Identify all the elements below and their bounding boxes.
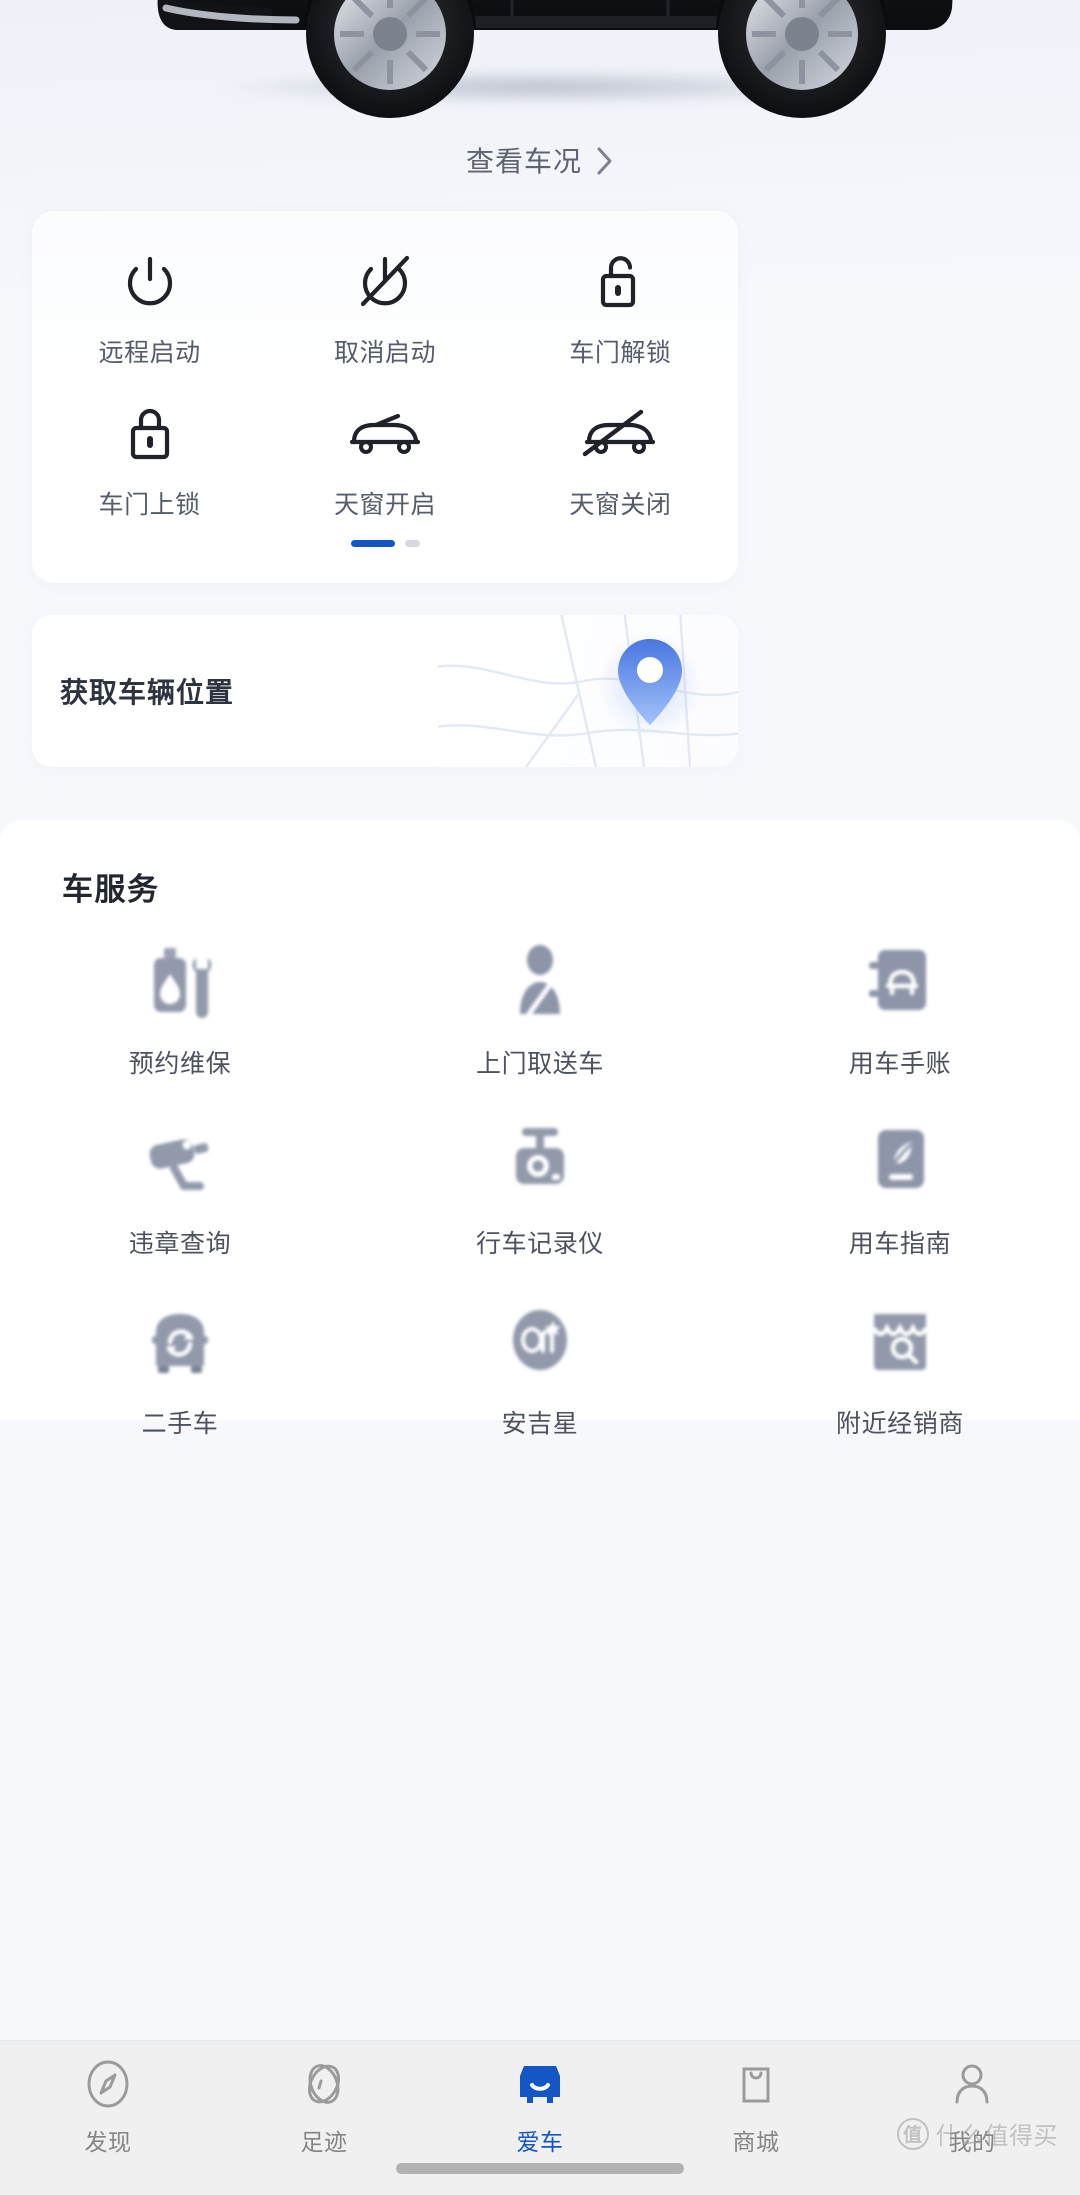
tab-label: 商城 — [732, 2129, 780, 2155]
service-onstar[interactable]: 安吉星 — [360, 1280, 720, 1460]
car-services-grid: 预约维保 上门取送车 用车手账 违章查询 行车记录仪 用车指南 二手车 安吉星 … — [0, 920, 1080, 1460]
remote-control-grid: 远程启动 取消启动 车门解锁 车门上锁 天窗开启 天窗关闭 — [32, 211, 738, 549]
control-label: 车门上锁 — [98, 491, 201, 519]
control-label: 天窗关闭 — [569, 491, 672, 519]
car-front-icon — [513, 2057, 567, 2111]
service-label: 用车手账 — [848, 1050, 952, 1078]
chevron-right-icon — [596, 146, 614, 176]
control-door-unlock[interactable]: 车门解锁 — [503, 245, 738, 397]
bottom-tab-bar: 发现 足迹 爱车 商城 我的 值 什么值得买 — [0, 2040, 1080, 2195]
pagination-dot[interactable] — [404, 540, 420, 547]
pagination-dot-active[interactable] — [350, 540, 395, 547]
car-services-title: 车服务 — [62, 872, 160, 907]
watermark: 值 什么值得买 — [896, 2116, 1059, 2151]
tab-label: 发现 — [84, 2129, 132, 2155]
service-valet-pickup[interactable]: 上门取送车 — [360, 920, 720, 1100]
watermark-badge: 值 — [896, 2117, 929, 2150]
tab-my-car[interactable]: 爱车 — [432, 2041, 648, 2159]
vehicle-location-label: 获取车辆位置 — [60, 677, 235, 708]
service-label: 安吉星 — [501, 1410, 579, 1438]
footprint-orbit-icon — [299, 2057, 349, 2111]
dashcam-icon — [494, 1114, 586, 1206]
used-car-icon — [134, 1294, 226, 1386]
valet-person-icon — [494, 934, 586, 1026]
person-icon — [947, 2057, 997, 2111]
tab-discover[interactable]: 发现 — [0, 2041, 216, 2159]
oil-wrench-icon — [134, 934, 226, 1026]
service-label: 附近经销商 — [835, 1410, 964, 1438]
control-label: 车门解锁 — [569, 339, 672, 367]
view-vehicle-status-link[interactable]: 查看车况 — [0, 140, 1080, 180]
tab-label: 足迹 — [300, 2129, 348, 2155]
traffic-camera-icon — [134, 1114, 226, 1206]
remote-control-card: 远程启动 取消启动 车门解锁 车门上锁 天窗开启 天窗关闭 — [32, 211, 738, 583]
car-services-section: 车服务 预约维保 上门取送车 用车手账 违章查询 行车记录仪 用车指南 二手车 … — [0, 820, 1080, 1438]
control-label: 取消启动 — [333, 339, 436, 367]
sunroof-closed-slash-icon — [581, 397, 659, 471]
dealer-shop-icon — [854, 1294, 946, 1386]
service-label: 行车记录仪 — [475, 1230, 604, 1258]
lock-icon — [119, 397, 181, 471]
service-dashcam[interactable]: 行车记录仪 — [360, 1100, 720, 1280]
control-door-lock[interactable]: 车门上锁 — [32, 397, 267, 549]
car-ledger-icon — [854, 934, 946, 1026]
control-label: 天窗开启 — [333, 491, 436, 519]
tab-footprints[interactable]: 足迹 — [216, 2041, 432, 2159]
service-nearby-dealer[interactable]: 附近经销商 — [720, 1280, 1080, 1460]
control-sunroof-close[interactable]: 天窗关闭 — [503, 397, 738, 549]
service-label: 预约维保 — [128, 1050, 232, 1078]
service-maintenance-booking[interactable]: 预约维保 — [0, 920, 360, 1100]
map-background — [438, 615, 738, 767]
carousel-pagination[interactable] — [32, 540, 738, 547]
guide-book-icon — [854, 1114, 946, 1206]
service-label: 二手车 — [141, 1410, 219, 1438]
service-used-car[interactable]: 二手车 — [0, 1280, 360, 1460]
control-remote-start[interactable]: 远程启动 — [32, 245, 267, 397]
sunroof-open-icon — [346, 397, 424, 471]
tab-label: 爱车 — [516, 2129, 564, 2155]
control-sunroof-open[interactable]: 天窗开启 — [267, 397, 502, 549]
vehicle-location-card[interactable]: 获取车辆位置 — [32, 615, 738, 767]
service-label: 用车指南 — [848, 1230, 952, 1258]
watermark-text: 什么值得买 — [935, 2123, 1058, 2150]
unlock-icon — [589, 245, 651, 319]
service-label: 上门取送车 — [475, 1050, 604, 1078]
control-cancel-start[interactable]: 取消启动 — [267, 245, 502, 397]
compass-icon — [83, 2057, 133, 2111]
home-indicator[interactable] — [396, 2163, 684, 2174]
vehicle-image[interactable]: 昂科威Plus — [120, 0, 960, 132]
tab-mall[interactable]: 商城 — [648, 2041, 864, 2159]
power-icon — [119, 245, 181, 319]
onstar-icon — [494, 1294, 586, 1386]
control-label: 远程启动 — [98, 339, 201, 367]
service-violation-query[interactable]: 违章查询 — [0, 1100, 360, 1280]
service-label: 违章查询 — [128, 1230, 232, 1258]
service-usage-guide[interactable]: 用车指南 — [720, 1100, 1080, 1280]
service-car-ledger[interactable]: 用车手账 — [720, 920, 1080, 1100]
shopping-bag-icon — [731, 2057, 781, 2111]
vehicle-illustration: 昂科威Plus — [157, 0, 953, 118]
power-off-slash-icon — [354, 245, 416, 319]
view-vehicle-status-label: 查看车况 — [465, 146, 582, 177]
